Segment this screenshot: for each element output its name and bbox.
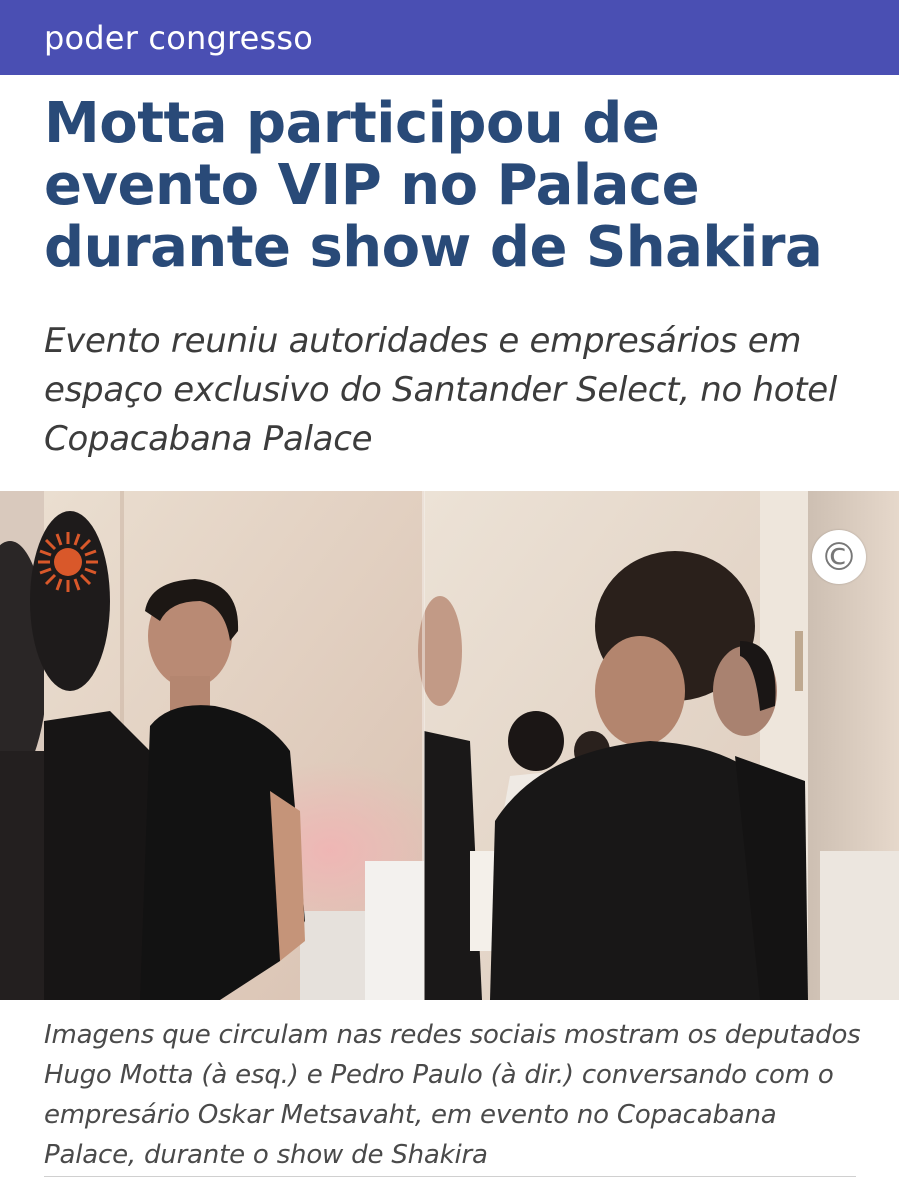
photo-caption: Imagens que circulam nas redes sociais m… xyxy=(44,1020,861,1170)
copyright-symbol: © xyxy=(820,535,858,579)
section-label[interactable]: poder congresso xyxy=(44,19,313,57)
article-headline: Motta participou de evento VIP no Palace… xyxy=(44,91,823,280)
divider xyxy=(44,1176,856,1177)
photo-collage xyxy=(0,491,899,1000)
copyright-icon[interactable]: © xyxy=(812,530,866,584)
article-photo[interactable] xyxy=(0,491,899,1000)
sun-logo-icon xyxy=(38,532,98,592)
top-bar: poder congresso xyxy=(0,0,899,75)
article-subheadline: Evento reuniu autoridades e empresários … xyxy=(44,321,838,459)
